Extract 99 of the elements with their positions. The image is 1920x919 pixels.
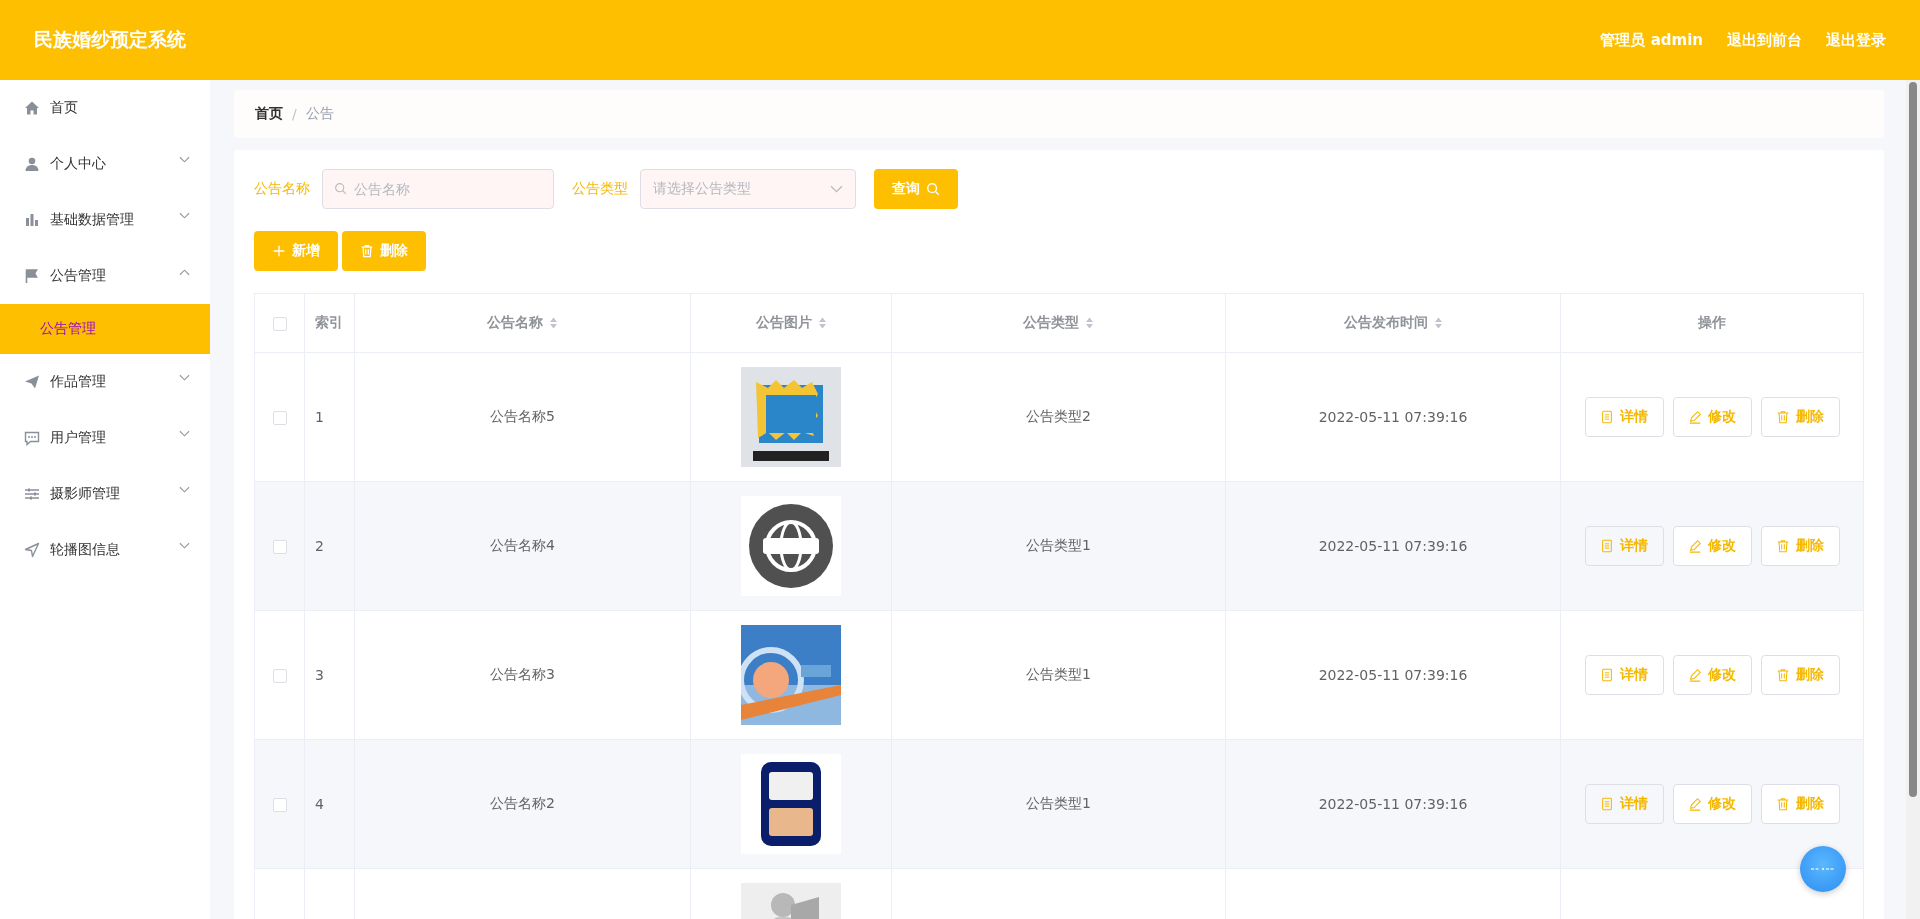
scrollbar[interactable] xyxy=(1906,80,1920,919)
column-header[interactable]: 公告图片 xyxy=(690,293,892,353)
table-cell: 公告名称4 xyxy=(490,537,555,553)
pencil-icon xyxy=(1688,539,1702,553)
table-cell: 2 xyxy=(315,538,324,554)
edit-button[interactable]: 修改 xyxy=(1672,397,1752,437)
table-cell: 2022-05-11 07:39:16 xyxy=(1318,538,1468,554)
pencil-icon xyxy=(1688,668,1702,682)
trash-icon xyxy=(1776,539,1790,553)
plus-icon xyxy=(272,244,286,258)
table-cell: 2022-05-11 07:39:16 xyxy=(1318,796,1468,812)
sidebar-item[interactable]: 首页 xyxy=(0,80,210,136)
document-icon xyxy=(1600,797,1614,811)
checkbox[interactable] xyxy=(272,669,287,683)
search-field[interactable]: 公告名称 xyxy=(322,169,554,209)
flag-icon xyxy=(24,268,40,284)
chevron-icon xyxy=(179,542,190,550)
search-button[interactable]: 查询 xyxy=(874,169,958,209)
chevron-icon xyxy=(179,430,190,438)
add-button[interactable]: 新增 xyxy=(254,231,338,271)
home-icon xyxy=(24,100,40,116)
column-header[interactable]: 公告类型 xyxy=(891,293,1226,353)
chevron-icon xyxy=(179,156,190,164)
sidebar-item[interactable]: 基础数据管理 xyxy=(0,192,210,248)
details-button[interactable]: 详情 xyxy=(1584,397,1664,437)
delete-button[interactable]: 删除 xyxy=(1760,655,1840,695)
breadcrumb-separator: / xyxy=(292,106,297,122)
sort-icon xyxy=(1085,317,1094,329)
trash-icon xyxy=(1776,797,1790,811)
document-icon xyxy=(1600,539,1614,553)
table-cell: 2022-05-11 07:39:16 xyxy=(1318,409,1468,425)
sidebar-item[interactable]: 轮播图信息 xyxy=(0,522,210,578)
sort-icon xyxy=(1433,317,1443,329)
table-cell: 1 xyxy=(315,409,324,425)
edit-button[interactable]: 修改 xyxy=(1672,655,1752,695)
details-button[interactable]: 详情 xyxy=(1584,655,1664,695)
sort-icon xyxy=(817,317,827,329)
chevron-icon xyxy=(179,212,190,220)
sidebar-item[interactable]: 公告管理 xyxy=(0,248,210,304)
column-header[interactable]: 公告名称 xyxy=(354,293,691,353)
sidebar-item[interactable]: 个人中心 xyxy=(0,136,210,192)
table-cell: 公告类型1 xyxy=(1026,537,1091,553)
header-link[interactable]: 退出登录 xyxy=(1826,30,1886,50)
table-cell: 2022-05-11 07:39:16 xyxy=(1318,667,1468,683)
edit-button[interactable]: 修改 xyxy=(1672,526,1752,566)
field-label: 公告类型 xyxy=(572,180,628,198)
sidebar-subitem[interactable]: 公告管理 xyxy=(0,304,210,354)
table-cell: 公告类型1 xyxy=(1026,666,1091,682)
delete-button[interactable]: 删除 xyxy=(1760,397,1840,437)
chevron-icon xyxy=(179,268,190,276)
sort-icon xyxy=(549,317,558,329)
details-button[interactable]: 详情 xyxy=(1584,784,1664,824)
checkbox[interactable] xyxy=(272,317,287,331)
sidebar-item[interactable]: 作品管理 xyxy=(0,354,210,410)
paper-plane-icon xyxy=(24,374,40,390)
search-icon xyxy=(334,182,347,195)
checkbox[interactable] xyxy=(272,540,287,554)
sliders-icon xyxy=(24,486,40,502)
column-header: 操作 xyxy=(1560,293,1864,353)
delete-button[interactable]: 删除 xyxy=(342,231,426,271)
field-label: 公告名称 xyxy=(254,180,310,198)
document-icon xyxy=(1600,410,1614,424)
search-icon xyxy=(926,182,940,196)
navigation-icon xyxy=(24,542,40,558)
checkbox[interactable] xyxy=(272,411,287,425)
document-icon xyxy=(1600,668,1614,682)
trash-icon xyxy=(1776,410,1790,424)
pencil-icon xyxy=(1688,410,1702,424)
edit-button[interactable]: 修改 xyxy=(1672,784,1752,824)
table-cell: 3 xyxy=(315,667,324,683)
header-link[interactable]: 管理员 admin xyxy=(1600,30,1703,50)
column-header[interactable]: 公告发布时间 xyxy=(1225,293,1561,353)
table-cell: 公告类型1 xyxy=(1026,795,1091,811)
table-cell: 4 xyxy=(315,796,324,812)
chat-icon xyxy=(24,430,40,446)
delete-button[interactable]: 删除 xyxy=(1760,784,1840,824)
table-cell: 公告名称2 xyxy=(490,795,555,811)
user-icon xyxy=(24,156,40,172)
sidebar-item[interactable]: 用户管理 xyxy=(0,410,210,466)
checkbox[interactable] xyxy=(272,798,287,812)
column-header: 索引 xyxy=(304,293,355,353)
bar-chart-icon xyxy=(24,212,40,228)
chevron-icon xyxy=(179,486,190,494)
table-cell: 公告名称5 xyxy=(490,408,555,424)
details-button[interactable]: 详情 xyxy=(1584,526,1664,566)
app-title: 民族婚纱预定系统 xyxy=(34,27,186,52)
chevron-icon xyxy=(179,374,190,382)
pencil-icon xyxy=(1688,797,1702,811)
table-cell: 公告类型2 xyxy=(1026,408,1091,424)
select-field[interactable]: 请选择公告类型 xyxy=(640,169,856,209)
header-link[interactable]: 退出到前台 xyxy=(1727,30,1802,50)
trash-icon xyxy=(1776,668,1790,682)
table-cell: 公告名称3 xyxy=(490,666,555,682)
dash-icon xyxy=(1810,867,1836,871)
delete-button[interactable]: 删除 xyxy=(1760,526,1840,566)
breadcrumb-link[interactable]: 首页 xyxy=(255,105,283,123)
trash-icon xyxy=(360,244,374,258)
sidebar-item[interactable]: 摄影师管理 xyxy=(0,466,210,522)
breadcrumb-link[interactable]: 公告 xyxy=(305,105,334,123)
